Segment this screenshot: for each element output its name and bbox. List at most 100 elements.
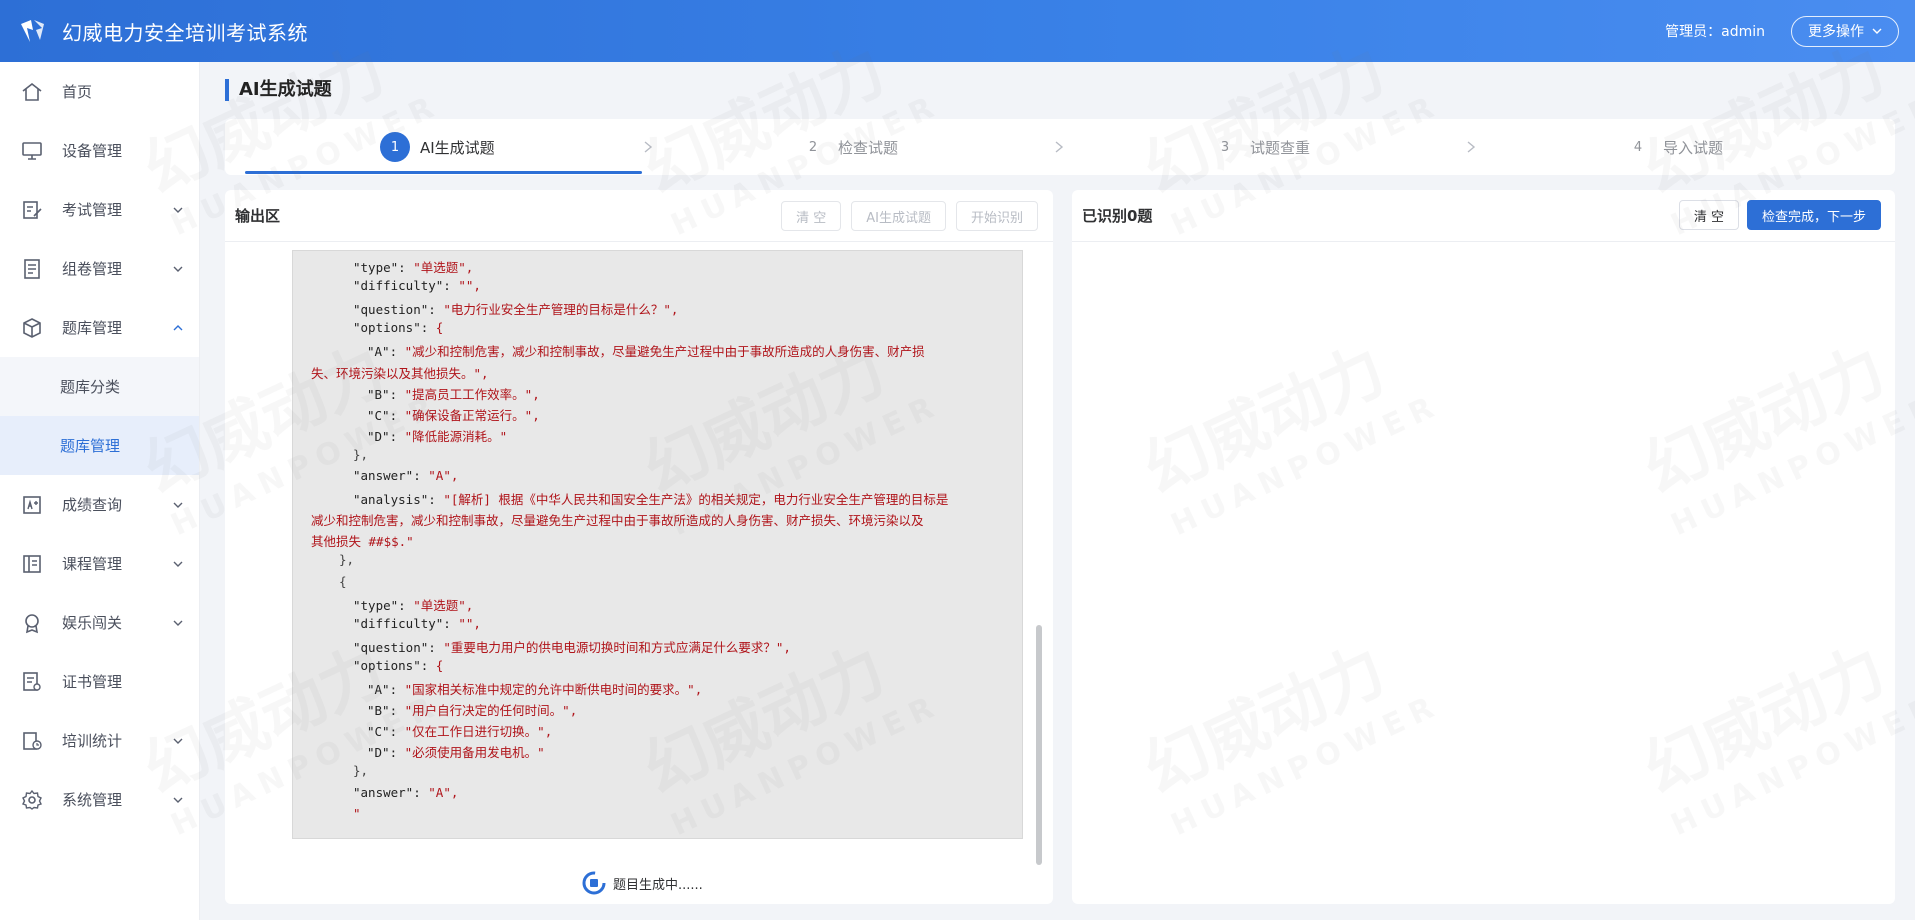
step-label: 试题查重 (1250, 138, 1311, 157)
score-icon (20, 493, 44, 517)
loading-spinner-icon (582, 871, 606, 895)
more-actions-button[interactable]: 更多操作 (1791, 15, 1899, 47)
certificate-icon (20, 670, 44, 694)
code-line: "type": "单选题", (353, 260, 474, 275)
code-line: "difficulty": "", (353, 615, 481, 631)
sidebar-item-label: 考试管理 (62, 201, 123, 219)
chevron-up-icon (173, 324, 183, 330)
generating-text: 题目生成中...... (613, 877, 703, 893)
code-line: "D": "必须使用备用发电机。" (367, 745, 545, 761)
recognized-panel: 已识别0题 清 空 检查完成，下一步 (1072, 190, 1895, 904)
badge-icon (20, 611, 44, 635)
output-panel: 输出区 清 空 AI生成试题 开始识别 "type": "单选题", "diffi… (225, 190, 1053, 904)
sidebar-item-certificates[interactable]: 证书管理 (0, 652, 199, 711)
sidebar-item-question-bank[interactable]: 题库管理 (0, 298, 199, 357)
clear-output-button[interactable]: 清 空 (781, 201, 842, 231)
code-line: "options": { (353, 320, 444, 336)
code-line: "answer": "A", (353, 468, 459, 483)
chevron-down-icon (173, 502, 183, 508)
start-recognize-button[interactable]: 开始识别 (955, 201, 1038, 231)
monitor-icon (20, 139, 44, 163)
generated-output-textarea[interactable]: "type": "单选题", "difficulty": "", "question… (292, 250, 1023, 839)
sidebar-item-label: 题库管理 (62, 319, 123, 337)
active-step-underline (245, 171, 642, 174)
code-line: "question": "重要电力用户的供电电源切换时间和方式应满足什么要求？"… (353, 639, 791, 655)
sidebar-item-label: 娱乐闯关 (62, 614, 123, 632)
gear-icon (20, 788, 44, 812)
generating-indicator: 题目生成中...... (581, 870, 703, 896)
sidebar-item-label: 成绩查询 (62, 496, 123, 514)
course-icon (20, 552, 44, 576)
step-dedupe[interactable]: 3 试题查重 (1210, 119, 1310, 175)
code-line: "question": "电力行业安全生产管理的目标是什么？", (353, 302, 679, 318)
code-line: "A": "国家相关标准中规定的允许中断供电时间的要求。", (367, 682, 703, 697)
chevron-down-icon (173, 797, 183, 803)
sidebar-subitem-category[interactable]: 题库分类 (0, 357, 199, 416)
steps-bar: 1 AI生成试题 2 检查试题 3 试题查重 4 导入试题 (225, 119, 1895, 175)
code-line: " (353, 805, 361, 821)
code-line: }, (353, 763, 369, 779)
code-line: }, (339, 552, 355, 568)
step-label: 检查试题 (838, 138, 899, 157)
clear-recognized-button[interactable]: 清 空 (1678, 200, 1739, 230)
output-panel-title: 输出区 (235, 207, 281, 225)
step-check[interactable]: 2 检查试题 (798, 119, 898, 175)
code-line: "D": "降低能源消耗。" (367, 428, 508, 444)
home-icon (20, 80, 44, 104)
code-line: 失、环境污染以及其他损失。", (311, 365, 489, 381)
sidebar-item-training-stats[interactable]: 培训统计 (0, 711, 199, 770)
sidebar: 首页 设备管理 考试管理 组卷管理 题库管理 题库分类 题库管理 成绩查询 课程… (0, 62, 200, 920)
more-actions-label: 更多操作 (1808, 24, 1864, 40)
paper-icon (20, 257, 44, 281)
step-number: 1 (380, 132, 410, 162)
code-line: "C": "仅在工作日进行切换。", (367, 724, 553, 740)
chevron-down-icon (173, 207, 183, 213)
edit-doc-icon (20, 198, 44, 222)
sidebar-item-exams[interactable]: 考试管理 (0, 180, 199, 239)
chevron-down-icon (173, 266, 183, 272)
step-import[interactable]: 4 导入试题 (1623, 119, 1723, 175)
chevron-down-icon (173, 738, 183, 744)
step-label: 导入试题 (1663, 138, 1724, 157)
sidebar-item-home[interactable]: 首页 (0, 62, 199, 121)
sidebar-item-devices[interactable]: 设备管理 (0, 121, 199, 180)
chevron-right-icon (644, 141, 653, 153)
chevron-down-icon (1872, 28, 1882, 34)
code-line: "answer": "A", (353, 784, 459, 800)
sidebar-item-system[interactable]: 系统管理 (0, 770, 199, 829)
output-scrollbar[interactable] (1036, 625, 1042, 865)
box-icon (20, 316, 44, 340)
code-line: "type": "单选题", (353, 597, 474, 613)
sidebar-item-label: 课程管理 (62, 555, 123, 573)
check-complete-next-button[interactable]: 检查完成，下一步 (1746, 200, 1881, 230)
code-line: "C": "确保设备正常运行。", (367, 407, 540, 423)
sidebar-item-games[interactable]: 娱乐闯关 (0, 593, 199, 652)
ai-generate-button[interactable]: AI生成试题 (851, 201, 946, 231)
top-header: 幻威电力安全培训考试系统 管理员：admin 更多操作 (0, 0, 1915, 62)
page-title: AI生成试题 (225, 79, 332, 101)
recognized-panel-title: 已识别0题 (1082, 207, 1153, 225)
sidebar-item-label: 证书管理 (62, 673, 123, 691)
stats-icon (20, 729, 44, 753)
code-line: }, (353, 446, 369, 462)
code-line: "options": { (353, 657, 444, 673)
sidebar-subitem-bank-manage[interactable]: 题库管理 (0, 416, 199, 475)
code-line: 减少和控制危害，减少和控制事故，尽量避免生产过程中由于事故所造成的人身伤害、财产… (311, 513, 924, 529)
sidebar-item-papers[interactable]: 组卷管理 (0, 239, 199, 298)
sidebar-item-label: 培训统计 (62, 732, 123, 750)
chevron-right-icon (1467, 141, 1476, 153)
chevron-down-icon (173, 561, 183, 567)
step-ai-generate[interactable]: 1 AI生成试题 (380, 119, 495, 175)
code-line: "analysis": "[解析] 根据《中华人民共和国安全生产法》的相关规定，… (353, 492, 949, 508)
step-number: 3 (1220, 139, 1230, 155)
sidebar-item-scores[interactable]: 成绩查询 (0, 475, 199, 534)
code-line: { (339, 573, 347, 589)
sidebar-item-label: 设备管理 (62, 142, 123, 160)
sidebar-subitem-label: 题库分类 (60, 378, 121, 396)
code-line: 其他损失 ##$$." (311, 534, 414, 550)
sidebar-item-courses[interactable]: 课程管理 (0, 534, 199, 593)
code-line: "A": "减少和控制危害，减少和控制事故，尽量避免生产过程中由于事故所造成的人… (367, 344, 925, 360)
code-line: "B": "用户自行决定的任何时间。", (367, 703, 578, 719)
step-number: 4 (1633, 139, 1643, 155)
chevron-down-icon (173, 620, 183, 626)
